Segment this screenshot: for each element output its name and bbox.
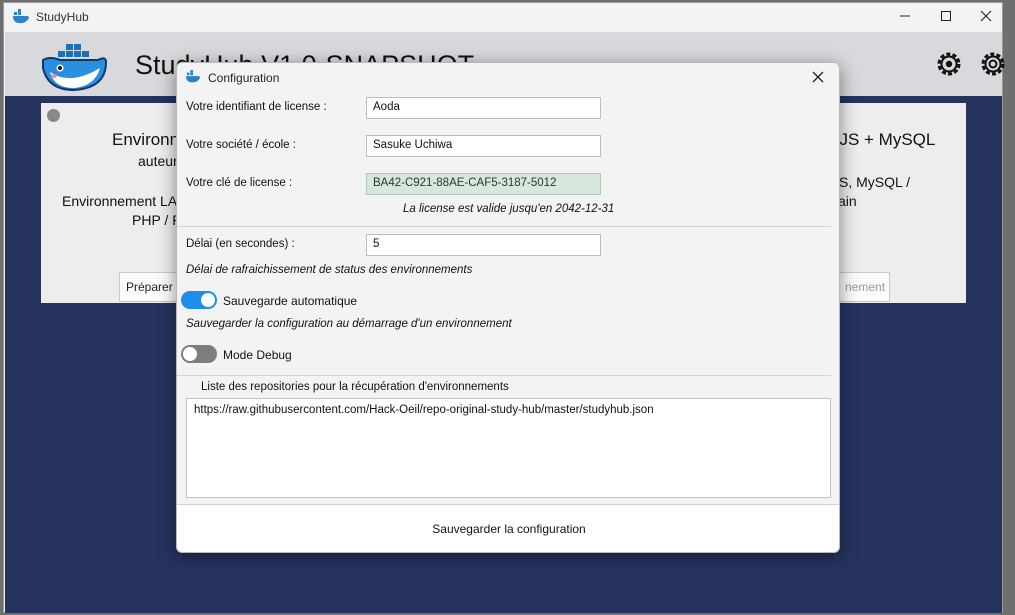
separator	[177, 375, 831, 376]
close-icon	[980, 10, 992, 22]
company-label: Votre société / école :	[186, 139, 296, 151]
settings-gear-icon[interactable]	[979, 50, 1007, 78]
prepare-environment-button[interactable]: Préparer l	[119, 272, 181, 302]
debug-mode-label: Mode Debug	[223, 348, 292, 362]
close-icon	[812, 71, 824, 83]
autosave-toggle[interactable]	[181, 291, 217, 309]
card-description-line2: PHP / P	[132, 212, 182, 228]
environment-card-nodejs: eJS + MySQL JS, MySQL / ain nement	[830, 103, 966, 303]
docker-whale-icon	[13, 9, 29, 24]
minimize-button[interactable]	[885, 3, 925, 32]
license-validity-text: La license est valide jusqu'en 2042-12-3…	[403, 203, 615, 215]
license-key-label: Votre clé de license :	[186, 177, 293, 189]
delay-input[interactable]: 5	[366, 234, 601, 256]
gear-icon[interactable]	[935, 50, 963, 78]
toggle-knob	[183, 347, 197, 361]
license-id-label: Votre identifiant de license :	[186, 101, 327, 113]
card-author: auteur	[138, 153, 178, 169]
configuration-dialog: Configuration Votre identifiant de licen…	[176, 62, 840, 553]
license-key-input[interactable]: BA42-C921-88AE-CAF5-3187-5012	[366, 173, 601, 195]
card-title: eJS + MySQL	[830, 130, 936, 149]
toggle-knob	[201, 293, 215, 307]
license-id-input[interactable]: Aoda	[366, 97, 601, 119]
delay-hint: Délai de rafraichissement de status des …	[186, 264, 473, 276]
maximize-icon	[941, 11, 951, 21]
card-title: Environn	[112, 130, 180, 149]
title-bar: StudyHub	[4, 3, 1002, 32]
delay-label: Délai (en secondes) :	[186, 238, 295, 250]
repositories-textarea[interactable]: https://raw.githubusercontent.com/Hack-O…	[186, 398, 831, 498]
dialog-title: Configuration	[208, 71, 280, 85]
company-input[interactable]: Sasuke Uchiwa	[366, 135, 601, 157]
autosave-hint: Sauvegarder la configuration au démarrag…	[186, 318, 512, 330]
autosave-label: Sauvegarde automatique	[223, 294, 358, 308]
environment-action-button[interactable]: nement	[838, 272, 890, 302]
close-window-button[interactable]	[966, 3, 1006, 32]
dialog-close-button[interactable]	[803, 64, 833, 92]
maximize-button[interactable]	[926, 3, 966, 32]
card-description-line2: ain	[838, 193, 857, 209]
docker-whale-icon	[186, 70, 200, 83]
minimize-icon	[900, 15, 910, 17]
separator	[177, 226, 831, 227]
dialog-title-bar: Configuration	[177, 63, 839, 93]
save-configuration-button[interactable]: Sauvegarder la configuration	[177, 504, 839, 552]
window-title: StudyHub	[36, 10, 89, 24]
debug-mode-toggle[interactable]	[181, 345, 217, 363]
repositories-label: Liste des repositories pour la récupérat…	[201, 381, 509, 393]
environment-card-lamp: Environn auteur Environnement LA PHP / P…	[41, 103, 182, 303]
status-indicator	[47, 109, 60, 122]
card-description: Environnement LA	[62, 193, 178, 209]
card-description: JS, MySQL /	[832, 174, 911, 190]
whale-logo	[42, 44, 108, 92]
